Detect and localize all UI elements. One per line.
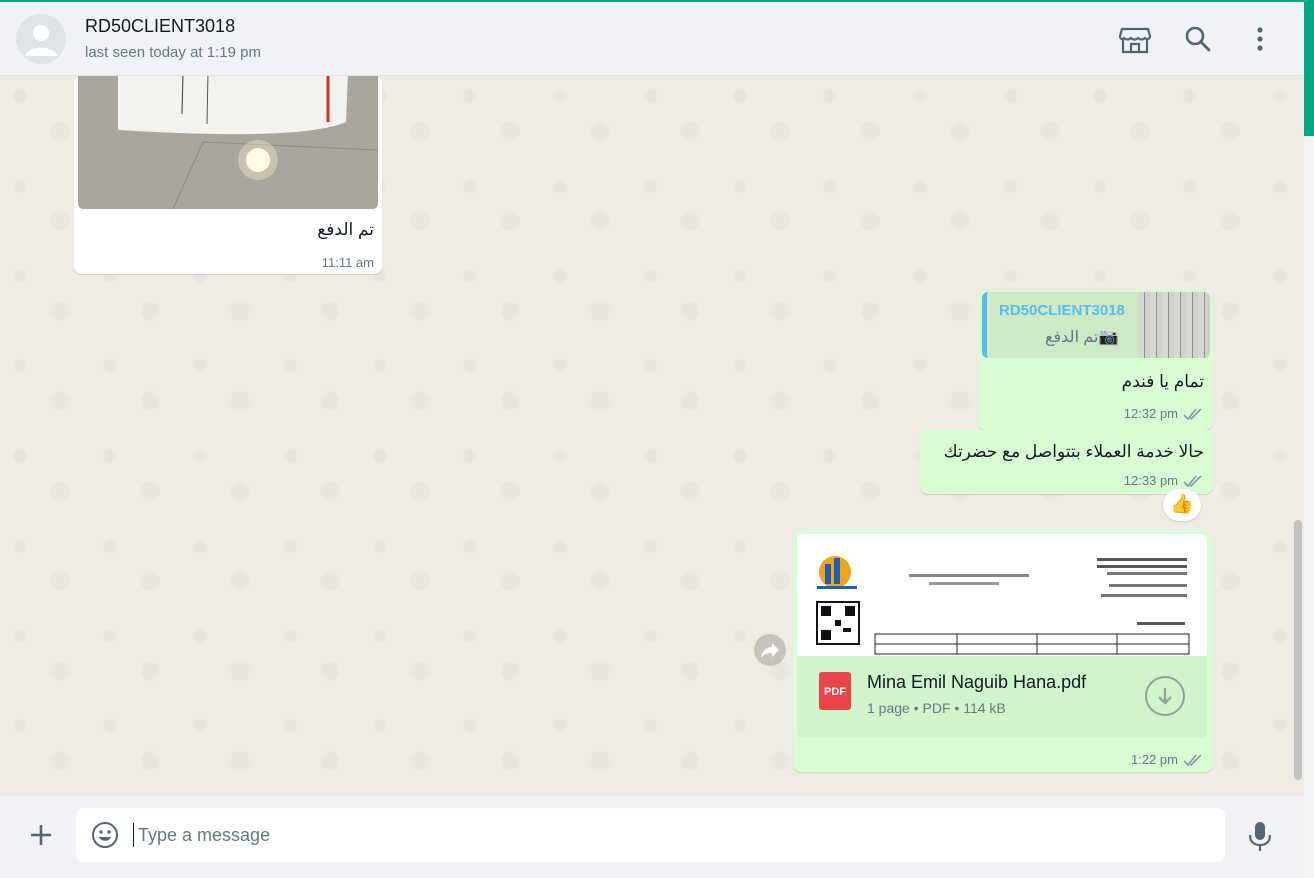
receipt-photo-image bbox=[78, 76, 378, 209]
message-text: تمام يا فندم bbox=[1121, 372, 1204, 391]
default-avatar-icon bbox=[25, 25, 57, 56]
forward-button[interactable] bbox=[754, 634, 786, 666]
quote-thumbnail bbox=[1138, 292, 1210, 358]
contact-last-seen: last seen today at 1:19 pm bbox=[85, 44, 261, 61]
message-photo[interactable] bbox=[78, 76, 378, 209]
document-meta: 1 page • PDF • 114 kB bbox=[867, 700, 1006, 716]
message-time: 11:11 am bbox=[321, 255, 374, 270]
document-size: 114 kB bbox=[963, 700, 1006, 716]
quote-text: 📷تم الدفع bbox=[1045, 327, 1118, 347]
document-preview[interactable] bbox=[797, 534, 1207, 656]
emoji-button[interactable] bbox=[90, 820, 120, 850]
chat-scrollbar-thumb[interactable] bbox=[1294, 520, 1302, 780]
message-input[interactable] bbox=[138, 818, 1198, 852]
outgoing-reply-message[interactable]: RD50CLIENT3018 📷تم الدفع تمام يا فندم 12… bbox=[978, 290, 1213, 430]
search-icon[interactable] bbox=[1181, 22, 1215, 56]
message-text: حالا خدمة العملاء بتتواصل مع حضرتك bbox=[943, 442, 1204, 461]
attach-button[interactable] bbox=[24, 818, 58, 852]
thumbs-up-reaction[interactable]: 👍 bbox=[1163, 489, 1201, 521]
quoted-message[interactable]: RD50CLIENT3018 📷تم الدفع bbox=[982, 292, 1210, 358]
download-button[interactable] bbox=[1145, 676, 1185, 716]
outgoing-document-message[interactable]: PDF Mina Emil Naguib Hana.pdf 1 page • P… bbox=[793, 530, 1213, 772]
forward-icon bbox=[761, 643, 779, 658]
message-list[interactable]: تم الدفع 11:11 am RD50CLIENT3018 📷تم الد… bbox=[0, 76, 1304, 796]
catalog-icon[interactable] bbox=[1118, 22, 1152, 56]
composer-bar bbox=[0, 796, 1304, 878]
emoji-icon bbox=[92, 822, 118, 848]
message-time: 1:22 pm bbox=[1131, 752, 1178, 767]
document-file-name[interactable]: Mina Emil Naguib Hana.pdf bbox=[867, 672, 1086, 693]
quote-caption: تم الدفع bbox=[1045, 329, 1099, 346]
quote-author: RD50CLIENT3018 bbox=[999, 302, 1125, 319]
message-input-box[interactable] bbox=[76, 808, 1225, 862]
text-caret bbox=[133, 823, 134, 847]
double-tick-icon bbox=[1183, 408, 1202, 421]
message-time: 12:33 pm bbox=[1123, 473, 1178, 488]
double-tick-icon bbox=[1183, 754, 1202, 767]
double-tick-icon bbox=[1183, 475, 1202, 488]
outgoing-text-message[interactable]: حالا خدمة العملاء بتتواصل مع حضرتك 12:33… bbox=[920, 430, 1213, 494]
download-icon bbox=[1158, 688, 1172, 705]
microphone-icon bbox=[1248, 822, 1272, 851]
window-scrollbar-thumb[interactable] bbox=[1304, 0, 1314, 136]
camera-icon: 📷 bbox=[1098, 329, 1119, 346]
voice-message-button[interactable] bbox=[1244, 818, 1276, 854]
menu-icon[interactable] bbox=[1243, 22, 1277, 56]
pdf-file-icon: PDF bbox=[819, 672, 851, 710]
chat-header: RD50CLIENT3018 last seen today at 1:19 p… bbox=[0, 0, 1304, 76]
contact-name[interactable]: RD50CLIENT3018 bbox=[85, 16, 235, 37]
plus-icon bbox=[31, 825, 51, 845]
document-preview-image bbox=[797, 534, 1207, 656]
incoming-image-message[interactable]: تم الدفع 11:11 am bbox=[74, 76, 382, 274]
document-info-bar[interactable]: PDF Mina Emil Naguib Hana.pdf 1 page • P… bbox=[797, 656, 1207, 738]
message-caption: تم الدفع bbox=[317, 220, 374, 239]
document-pages: 1 page bbox=[867, 700, 910, 716]
document-type: PDF bbox=[922, 700, 951, 716]
message-time: 12:32 pm bbox=[1123, 406, 1178, 421]
contact-avatar[interactable] bbox=[16, 14, 66, 64]
